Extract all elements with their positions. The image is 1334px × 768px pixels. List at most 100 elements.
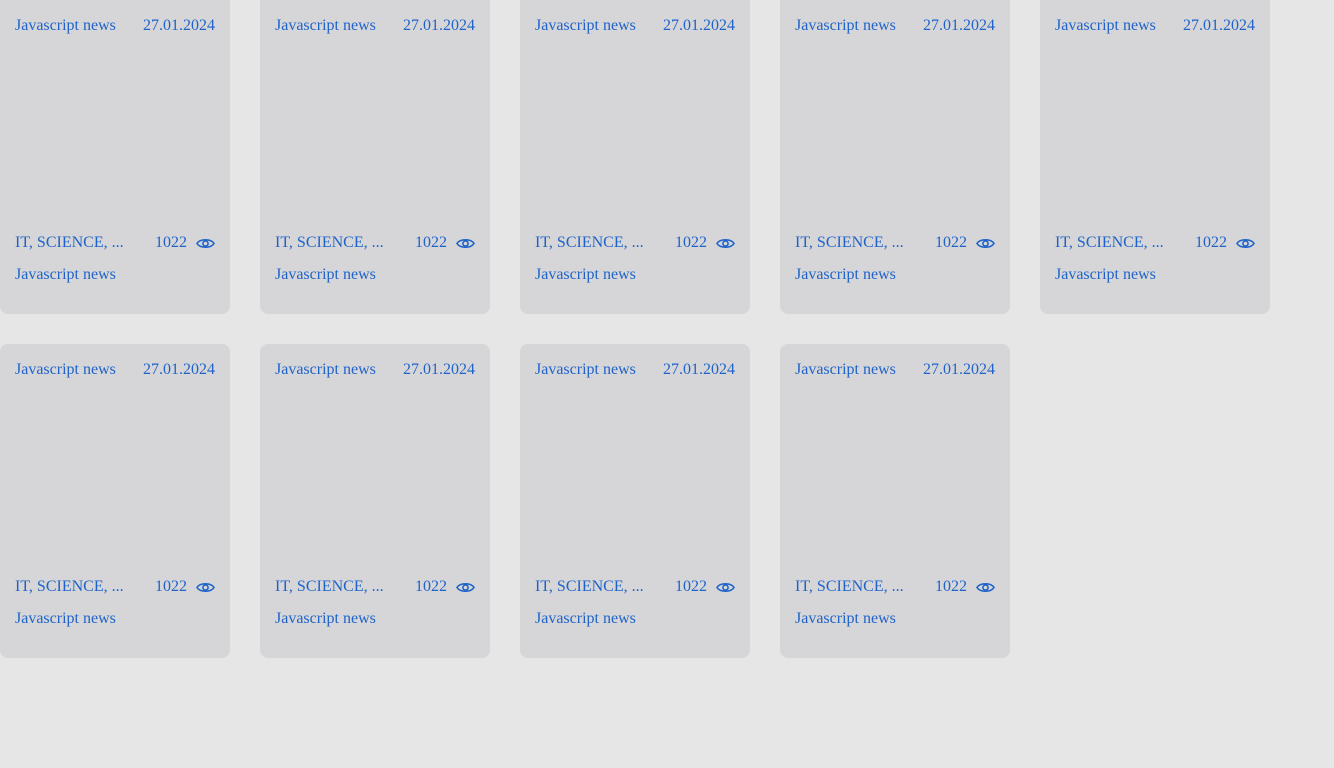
eye-icon bbox=[456, 238, 475, 248]
card-meta: IT, SCIENCE, ... 1022 bbox=[275, 576, 475, 598]
views-counter: 1022 bbox=[415, 234, 475, 252]
news-image-alt: Javascript news bbox=[15, 361, 116, 378]
news-card[interactable]: Javascript news 27.01.2024 IT, SCIENCE, … bbox=[520, 344, 750, 658]
news-image[interactable]: Javascript news bbox=[275, 15, 376, 37]
news-image-alt: Javascript news bbox=[795, 17, 896, 34]
news-title[interactable]: Javascript news bbox=[535, 608, 735, 630]
news-image[interactable]: Javascript news bbox=[15, 15, 116, 37]
news-title[interactable]: Javascript news bbox=[1055, 264, 1255, 286]
news-image-alt: Javascript news bbox=[275, 17, 376, 34]
news-title[interactable]: Javascript news bbox=[535, 264, 735, 286]
views-counter: 1022 bbox=[935, 234, 995, 252]
news-card[interactable]: Javascript news 27.01.2024 IT, SCIENCE, … bbox=[520, 0, 750, 314]
news-date: 27.01.2024 bbox=[143, 361, 215, 378]
card-header: Javascript news 27.01.2024 bbox=[535, 15, 735, 229]
views-counter: 1022 bbox=[935, 578, 995, 596]
news-date: 27.01.2024 bbox=[663, 361, 735, 378]
news-title[interactable]: Javascript news bbox=[15, 608, 215, 630]
card-header: Javascript news 27.01.2024 bbox=[275, 15, 475, 229]
card-meta: IT, SCIENCE, ... 1022 bbox=[15, 232, 215, 254]
views-count: 1022 bbox=[675, 578, 707, 595]
news-tags[interactable]: IT, SCIENCE, ... bbox=[275, 234, 389, 252]
news-date: 27.01.2024 bbox=[403, 361, 475, 378]
news-image[interactable]: Javascript news bbox=[275, 359, 376, 381]
news-image[interactable]: Javascript news bbox=[535, 359, 636, 381]
news-image[interactable]: Javascript news bbox=[535, 15, 636, 37]
news-title[interactable]: Javascript news bbox=[795, 608, 995, 630]
views-count: 1022 bbox=[935, 234, 967, 251]
news-card[interactable]: Javascript news 27.01.2024 IT, SCIENCE, … bbox=[780, 344, 1010, 658]
views-counter: 1022 bbox=[155, 234, 215, 252]
views-counter: 1022 bbox=[675, 578, 735, 596]
news-tags[interactable]: IT, SCIENCE, ... bbox=[535, 578, 649, 596]
news-image[interactable]: Javascript news bbox=[1055, 15, 1156, 37]
news-date: 27.01.2024 bbox=[923, 361, 995, 378]
card-header: Javascript news 27.01.2024 bbox=[275, 359, 475, 573]
card-meta: IT, SCIENCE, ... 1022 bbox=[535, 576, 735, 598]
news-title[interactable]: Javascript news bbox=[275, 264, 475, 286]
news-image-alt: Javascript news bbox=[795, 361, 896, 378]
news-image-alt: Javascript news bbox=[1055, 17, 1156, 34]
card-meta: IT, SCIENCE, ... 1022 bbox=[275, 232, 475, 254]
news-image[interactable]: Javascript news bbox=[795, 359, 896, 381]
views-counter: 1022 bbox=[155, 578, 215, 596]
views-count: 1022 bbox=[935, 578, 967, 595]
eye-icon bbox=[456, 582, 475, 592]
news-image-alt: Javascript news bbox=[535, 361, 636, 378]
views-count: 1022 bbox=[1195, 234, 1227, 251]
eye-icon bbox=[196, 582, 215, 592]
news-title[interactable]: Javascript news bbox=[15, 264, 215, 286]
eye-icon bbox=[716, 238, 735, 248]
news-image-alt: Javascript news bbox=[15, 17, 116, 34]
eye-icon bbox=[196, 238, 215, 248]
news-tags[interactable]: IT, SCIENCE, ... bbox=[535, 234, 649, 252]
news-title[interactable]: Javascript news bbox=[795, 264, 995, 286]
card-header: Javascript news 27.01.2024 bbox=[1055, 15, 1255, 229]
news-title[interactable]: Javascript news bbox=[275, 608, 475, 630]
news-card[interactable]: Javascript news 27.01.2024 IT, SCIENCE, … bbox=[780, 0, 1010, 314]
news-date: 27.01.2024 bbox=[143, 17, 215, 34]
news-date: 27.01.2024 bbox=[663, 17, 735, 34]
card-header: Javascript news 27.01.2024 bbox=[795, 15, 995, 229]
news-image-alt: Javascript news bbox=[275, 361, 376, 378]
news-grid: Javascript news 27.01.2024 IT, SCIENCE, … bbox=[0, 0, 1334, 658]
views-count: 1022 bbox=[155, 234, 187, 251]
eye-icon bbox=[976, 582, 995, 592]
eye-icon bbox=[716, 582, 735, 592]
card-header: Javascript news 27.01.2024 bbox=[535, 359, 735, 573]
news-tags[interactable]: IT, SCIENCE, ... bbox=[275, 578, 389, 596]
views-counter: 1022 bbox=[675, 234, 735, 252]
card-header: Javascript news 27.01.2024 bbox=[795, 359, 995, 573]
news-card[interactable]: Javascript news 27.01.2024 IT, SCIENCE, … bbox=[260, 0, 490, 314]
news-tags[interactable]: IT, SCIENCE, ... bbox=[15, 234, 129, 252]
eye-icon bbox=[1236, 238, 1255, 248]
card-header: Javascript news 27.01.2024 bbox=[15, 359, 215, 573]
views-count: 1022 bbox=[415, 234, 447, 251]
card-meta: IT, SCIENCE, ... 1022 bbox=[795, 232, 995, 254]
news-tags[interactable]: IT, SCIENCE, ... bbox=[795, 234, 909, 252]
news-date: 27.01.2024 bbox=[403, 17, 475, 34]
news-card[interactable]: Javascript news 27.01.2024 IT, SCIENCE, … bbox=[0, 0, 230, 314]
news-image-alt: Javascript news bbox=[535, 17, 636, 34]
news-image[interactable]: Javascript news bbox=[15, 359, 116, 381]
news-card[interactable]: Javascript news 27.01.2024 IT, SCIENCE, … bbox=[0, 344, 230, 658]
news-tags[interactable]: IT, SCIENCE, ... bbox=[1055, 234, 1169, 252]
card-meta: IT, SCIENCE, ... 1022 bbox=[1055, 232, 1255, 254]
eye-icon bbox=[976, 238, 995, 248]
news-card[interactable]: Javascript news 27.01.2024 IT, SCIENCE, … bbox=[1040, 0, 1270, 314]
views-counter: 1022 bbox=[1195, 234, 1255, 252]
card-meta: IT, SCIENCE, ... 1022 bbox=[535, 232, 735, 254]
card-meta: IT, SCIENCE, ... 1022 bbox=[795, 576, 995, 598]
card-meta: IT, SCIENCE, ... 1022 bbox=[15, 576, 215, 598]
card-header: Javascript news 27.01.2024 bbox=[15, 15, 215, 229]
views-count: 1022 bbox=[155, 578, 187, 595]
news-card[interactable]: Javascript news 27.01.2024 IT, SCIENCE, … bbox=[260, 344, 490, 658]
news-image[interactable]: Javascript news bbox=[795, 15, 896, 37]
news-date: 27.01.2024 bbox=[923, 17, 995, 34]
news-date: 27.01.2024 bbox=[1183, 17, 1255, 34]
views-count: 1022 bbox=[415, 578, 447, 595]
views-counter: 1022 bbox=[415, 578, 475, 596]
news-tags[interactable]: IT, SCIENCE, ... bbox=[15, 578, 129, 596]
views-count: 1022 bbox=[675, 234, 707, 251]
news-tags[interactable]: IT, SCIENCE, ... bbox=[795, 578, 909, 596]
